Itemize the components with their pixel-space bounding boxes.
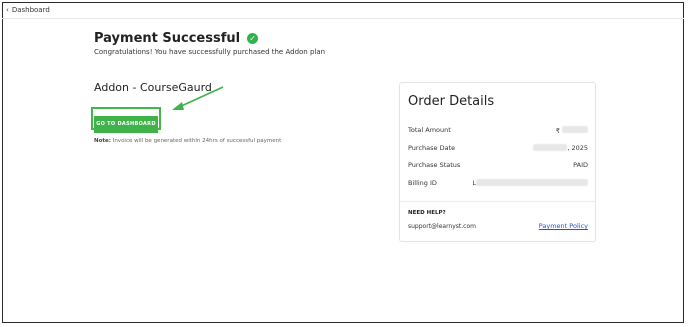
order-row-value: PAID <box>573 161 588 169</box>
note-label: Note: <box>94 138 111 144</box>
order-row-billing-id: Billing ID L <box>408 179 588 187</box>
back-link-label: Dashboard <box>11 6 50 14</box>
need-help-heading: NEED HELP? <box>408 210 446 216</box>
redacted-value <box>562 126 588 133</box>
order-row-label: Purchase Status <box>408 161 461 169</box>
chevron-left-icon: ‹ <box>6 5 9 14</box>
success-header: Payment Successful ✓ <box>94 31 259 46</box>
page-title: Payment Successful <box>94 31 241 46</box>
order-row-label: Total Amount <box>408 126 451 134</box>
header-divider <box>2 18 684 19</box>
redacted-value <box>476 179 588 186</box>
invoice-note: Note: Invoice will be generated within 2… <box>94 138 281 144</box>
order-details-card: Order Details Total Amount ₹ Purchase Da… <box>399 82 596 242</box>
order-row-value: , 2025 <box>567 144 588 152</box>
go-to-dashboard-button[interactable]: GO TO DASHBOARD <box>94 115 158 133</box>
order-row-label: Billing ID <box>408 179 437 187</box>
note-text: Invoice will be generated within 24hrs o… <box>110 138 282 144</box>
order-row-label: Purchase Date <box>408 144 456 152</box>
order-row-value: ₹ <box>555 127 560 135</box>
check-circle-icon: ✓ <box>247 33 259 44</box>
order-row-purchase-status: Purchase Status PAID <box>408 161 588 169</box>
annotation-arrow-icon <box>172 86 224 110</box>
back-to-dashboard-link[interactable]: ‹ Dashboard <box>6 6 50 14</box>
dashboard-button-highlight: GO TO DASHBOARD <box>91 107 161 133</box>
support-email[interactable]: support@learnyst.com <box>408 223 476 230</box>
card-divider <box>400 201 595 202</box>
order-row-purchase-date: Purchase Date , 2025 <box>408 144 588 152</box>
order-row-total-amount: Total Amount ₹ <box>408 126 588 135</box>
payment-policy-link[interactable]: Payment Policy <box>539 222 588 230</box>
order-details-title: Order Details <box>408 94 495 109</box>
success-message: Congratulations! You have successfully p… <box>94 48 326 56</box>
redacted-value <box>533 144 568 151</box>
